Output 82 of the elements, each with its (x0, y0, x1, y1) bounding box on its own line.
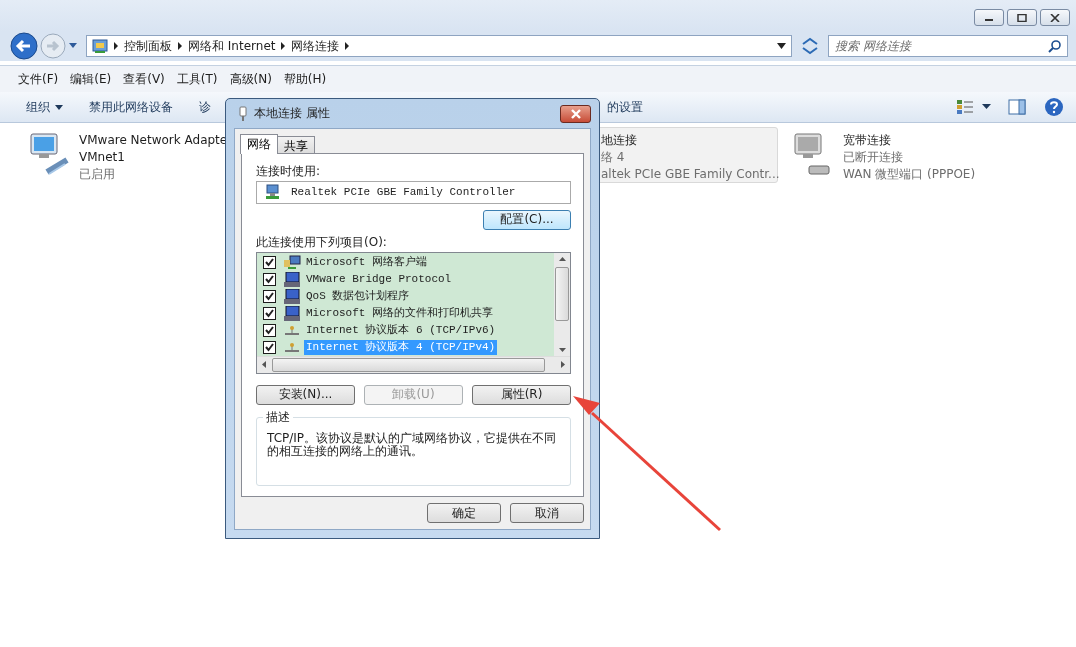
chevron-icon (114, 42, 118, 50)
dropdown-icon[interactable] (982, 104, 992, 110)
horizontal-scrollbar[interactable] (257, 355, 570, 373)
maximize-button[interactable] (1007, 9, 1037, 26)
toolbar-button[interactable]: 诊 (191, 98, 219, 116)
list-item[interactable]: Microsoft 网络客户端 (304, 254, 429, 270)
tab[interactable]: 网络 (240, 134, 278, 154)
field-label: 连接时使用: (256, 163, 322, 179)
back-icon[interactable] (10, 32, 38, 60)
close-button[interactable] (560, 104, 591, 123)
network-computer-icon (27, 132, 71, 178)
connection-text: 宽带连接 (843, 132, 892, 149)
action-button[interactable]: 安装(N)... (256, 384, 355, 405)
connection-text: WAN 微型端口 (PPPOE) (843, 166, 976, 183)
address-bar[interactable]: 控制面板 网络和 Internet 网络连接 (86, 35, 792, 57)
adapter-name: Realtek PCIe GBE Family Controller (291, 186, 516, 199)
search-field[interactable]: 搜索 网络连接 (828, 35, 1068, 57)
checkbox[interactable] (263, 323, 276, 337)
breadcrumb-item[interactable]: 网络和 Internet (188, 37, 276, 55)
menu-item[interactable]: 编辑(E) (70, 70, 112, 88)
search-icon[interactable] (1048, 40, 1061, 53)
group-label: 描述 (263, 409, 293, 424)
connection-text: altek PCIe GBE Family Contr... (601, 166, 780, 183)
toolbar-button[interactable]: 的设置 (599, 98, 651, 116)
connection-text: VMnet1 (79, 149, 126, 166)
breadcrumb-item[interactable]: 网络连接 (291, 37, 340, 55)
description-text: TCP/IP。该协议是默认的广域网络协议，它提供在不同的相互连接的网络上的通讯。 (267, 431, 558, 458)
list-item[interactable]: Microsoft 网络的文件和打印机共享 (304, 305, 495, 321)
scroll-right-icon[interactable] (561, 361, 565, 368)
dropdown-icon[interactable] (777, 43, 786, 49)
list-item[interactable]: QoS 数据包计划程序 (304, 288, 412, 304)
scroll-left-icon[interactable] (262, 361, 266, 368)
connection-text: 地连接 (601, 132, 638, 149)
menu-item[interactable]: 帮助(H) (283, 70, 327, 88)
list-item[interactable]: Internet 协议版本 6 (TCP/IPv6) (304, 322, 498, 338)
help-icon[interactable] (1044, 97, 1064, 117)
connection-text: 络 4 (601, 149, 626, 166)
dialog-button[interactable]: 确定 (427, 503, 501, 523)
configure-button[interactable]: 配置(C)... (483, 209, 571, 230)
connection-text: 已断开连接 (843, 149, 904, 166)
checkbox[interactable] (263, 306, 276, 320)
tab[interactable]: 共享 (277, 136, 315, 153)
vertical-scrollbar[interactable] (554, 252, 570, 356)
computer-icon (283, 305, 301, 321)
network-client-icon (283, 254, 301, 270)
checkbox[interactable] (263, 255, 276, 269)
menu-item[interactable]: 文件(F) (18, 70, 59, 88)
close-icon (569, 108, 582, 119)
minimize-button[interactable] (974, 9, 1004, 26)
action-button[interactable]: 属性(R) (472, 384, 571, 405)
dialog-button[interactable]: 取消 (510, 503, 584, 523)
maximize-icon (1017, 13, 1027, 22)
caret-icon (55, 104, 63, 110)
chevron-icon (345, 42, 350, 50)
menu-item[interactable]: 工具(T) (176, 70, 218, 88)
chevron-icon (281, 42, 286, 50)
menu-item[interactable]: 查看(V) (123, 70, 165, 88)
toolbar-button[interactable]: 组织 (18, 98, 71, 116)
network-plug-icon (238, 105, 248, 122)
computer-icon (283, 271, 301, 287)
control-panel-icon (92, 38, 108, 54)
connection-item[interactable]: 宽带连接 已断开连接 WAN 微型端口 (PPPOE) (786, 127, 1006, 183)
checkbox[interactable] (263, 340, 276, 354)
dialog-title: 本地连接 属性 (254, 105, 330, 122)
breadcrumb-item[interactable]: 控制面板 (124, 37, 172, 55)
close-icon (1050, 13, 1060, 22)
computer-icon (283, 288, 301, 304)
connection-text: VMware Network Adapte (79, 132, 228, 149)
network-adapter-icon (265, 184, 281, 201)
toolbar-button[interactable]: 禁用此网络设备 (81, 98, 181, 116)
menu-item[interactable]: 高级(N) (229, 70, 272, 88)
close-button[interactable] (1040, 9, 1070, 26)
checkbox[interactable] (263, 289, 276, 303)
checkbox[interactable] (263, 272, 276, 286)
chevron-icon (178, 42, 182, 50)
field-label: 此连接使用下列项目(O): (256, 233, 388, 250)
connection-text: 已启用 (79, 166, 116, 183)
list-item[interactable]: VMware Bridge Protocol (304, 271, 454, 287)
view-options-icon[interactable] (956, 99, 974, 115)
preview-pane-icon[interactable] (1008, 99, 1026, 115)
scroll-down-icon[interactable] (558, 347, 566, 352)
scroll-up-icon[interactable] (558, 256, 566, 261)
